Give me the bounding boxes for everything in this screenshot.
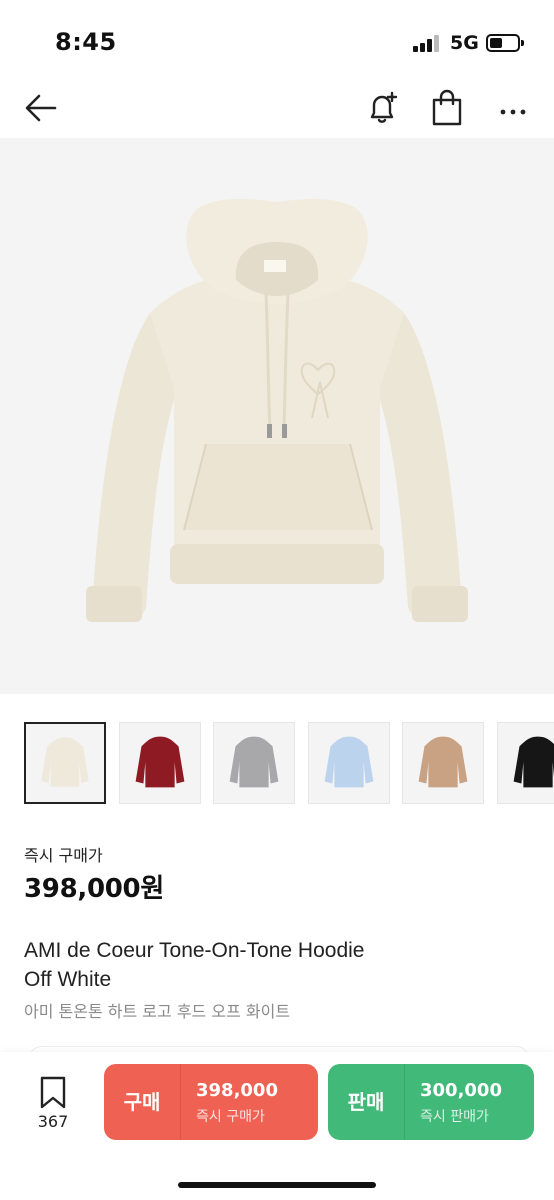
color-thumbnails <box>0 720 554 808</box>
thumb-grey[interactable] <box>213 722 295 804</box>
sell-amount: 300,000 <box>420 1080 502 1101</box>
product-title-line2: Off White <box>24 968 112 991</box>
status-time: 8:45 <box>55 28 117 56</box>
more-options-icon[interactable] <box>494 88 534 128</box>
battery-icon <box>486 34 524 52</box>
bookmark-icon <box>40 1076 66 1109</box>
sell-button[interactable]: 판매 300,000 즉시 판매가 <box>328 1064 534 1140</box>
home-indicator[interactable] <box>178 1182 376 1188</box>
sell-divider <box>404 1064 405 1140</box>
product-image[interactable] <box>0 138 554 694</box>
network-type: 5G <box>450 32 479 54</box>
buy-label: 구매 <box>123 1090 161 1114</box>
product-title-en: AMI de Coeur Tone-On-Tone Hoodie Off Whi… <box>24 936 534 994</box>
buy-sub-label: 즉시 구매가 <box>196 1109 265 1125</box>
buy-divider <box>180 1064 181 1140</box>
thumb-black[interactable] <box>497 722 554 804</box>
product-title-ko: 아미 톤온톤 하트 로고 후드 오프 화이트 <box>24 1002 291 1021</box>
sell-label: 판매 <box>347 1090 385 1114</box>
status-bar: 8:45 5G <box>0 0 554 80</box>
bottom-action-bar: 367 구매 398,000 즉시 구매가 판매 300,000 즉시 판매가 <box>0 1052 554 1200</box>
wish-count: 367 <box>37 1112 69 1131</box>
hoodie-illustration <box>86 199 468 622</box>
back-arrow-icon[interactable] <box>22 88 62 128</box>
signal-icon <box>413 34 441 52</box>
instant-buy-price-label: 즉시 구매가 <box>24 846 103 865</box>
thumb-burgundy[interactable] <box>119 722 201 804</box>
sell-sub-label: 즉시 판매가 <box>420 1109 489 1125</box>
product-title-line1: AMI de Coeur Tone-On-Tone Hoodie <box>24 939 365 962</box>
thumb-beige[interactable] <box>402 722 484 804</box>
buy-amount: 398,000 <box>196 1080 278 1101</box>
thumb-off-white[interactable] <box>24 722 106 804</box>
bell-plus-icon[interactable] <box>365 88 401 128</box>
app-header <box>0 80 554 138</box>
thumb-sky-blue[interactable] <box>308 722 390 804</box>
wish-button[interactable]: 367 <box>24 1072 82 1132</box>
instant-buy-price: 398,000원 <box>24 874 164 904</box>
buy-button[interactable]: 구매 398,000 즉시 구매가 <box>104 1064 318 1140</box>
shopping-bag-icon[interactable] <box>429 88 465 128</box>
